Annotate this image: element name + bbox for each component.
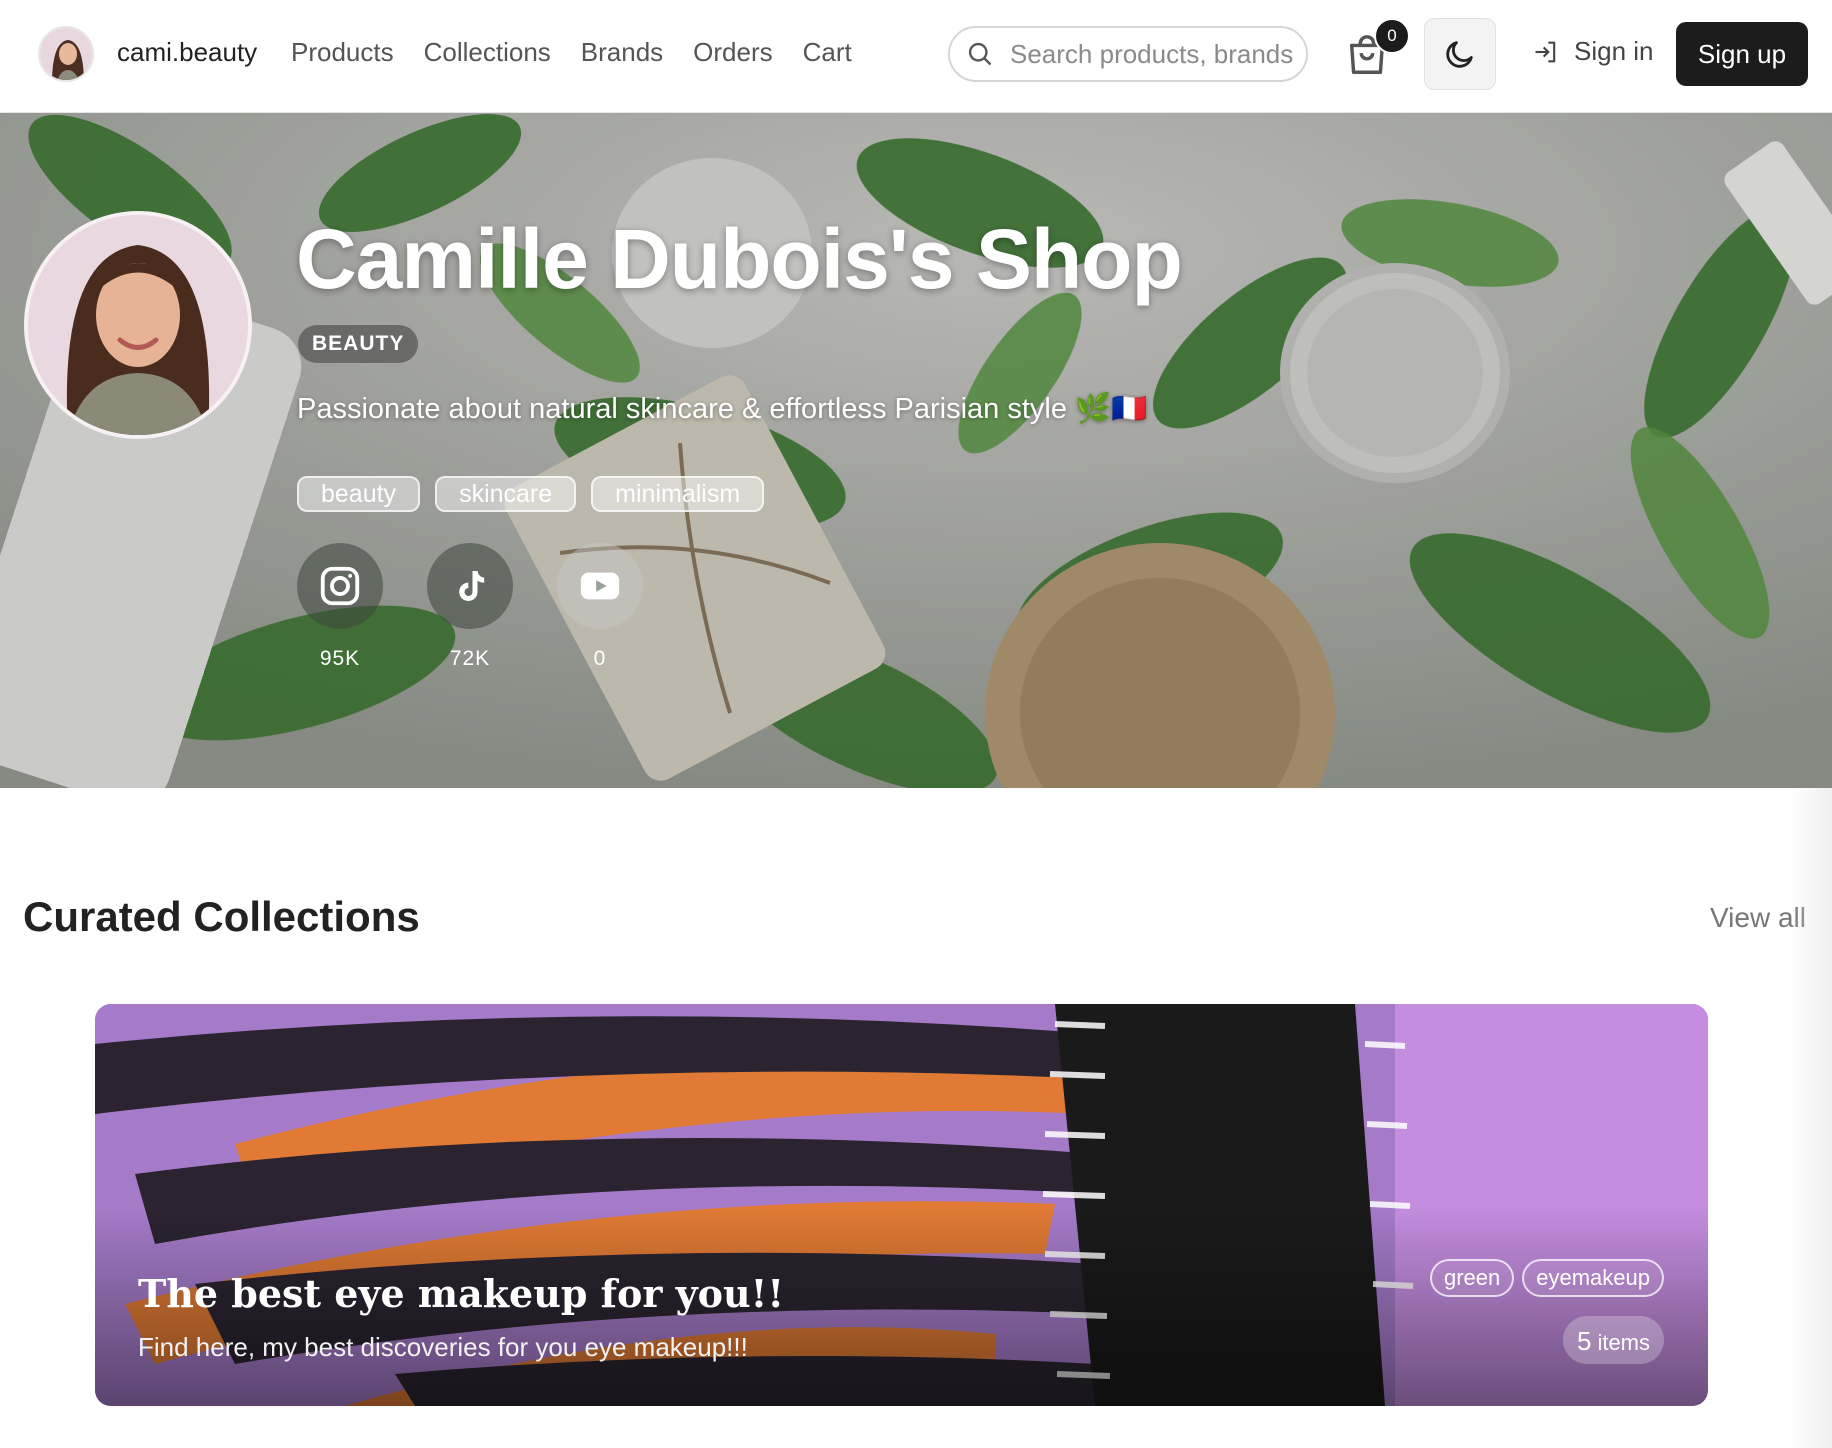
shop-owner-avatar <box>24 211 252 439</box>
collection-tag[interactable]: eyemakeup <box>1522 1259 1664 1297</box>
tiktok-follower-count: 72K <box>449 647 491 670</box>
shop-tag[interactable]: beauty <box>297 476 421 512</box>
social-links: 95K 72K 0 <box>297 543 643 671</box>
tiktok-icon[interactable] <box>427 543 513 629</box>
theme-toggle-button[interactable] <box>1424 18 1496 90</box>
nav-link-products[interactable]: Products <box>291 37 394 68</box>
collection-tag[interactable]: green <box>1429 1259 1515 1297</box>
instagram-follower-count: 95K <box>319 647 361 670</box>
shop-category-badge: BEAUTY <box>298 325 419 363</box>
shop-tag[interactable]: skincare <box>435 476 577 512</box>
search-input[interactable] <box>1008 37 1302 71</box>
moon-icon <box>1446 41 1473 68</box>
shop-hero-banner: Camille Dubois's Shop BEAUTY Passionate … <box>0 113 1832 788</box>
sign-in-label: Sign in <box>1574 36 1654 66</box>
shop-title: Camille Dubois's Shop <box>296 212 1183 306</box>
cart-count-badge: 0 <box>1374 18 1410 54</box>
collection-title[interactable]: The best eye makeup for you!! <box>138 1271 784 1316</box>
item-count-label: items <box>1597 1330 1650 1355</box>
login-icon <box>1535 41 1556 62</box>
collections-section-title: Curated Collections <box>23 893 420 940</box>
shop-bio: Passionate about natural skincare & effo… <box>297 393 1148 425</box>
main-nav: Products Collections Brands Orders Cart <box>291 37 882 68</box>
scroll-fade-edge <box>1792 788 1832 1448</box>
collection-tags: green eyemakeup <box>1429 1259 1664 1297</box>
youtube-follower-count: 0 <box>593 647 607 670</box>
instagram-icon[interactable] <box>297 543 383 629</box>
sign-up-button[interactable]: Sign up <box>1676 22 1808 86</box>
collection-item-count: 5 items <box>1562 1316 1664 1364</box>
nav-link-cart[interactable]: Cart <box>803 37 852 68</box>
shop-tag[interactable]: minimalism <box>591 476 765 512</box>
sign-in-link[interactable]: Sign in <box>1532 36 1654 67</box>
collection-card[interactable]: The best eye makeup for you!! Find here,… <box>95 1004 1708 1406</box>
youtube-icon[interactable] <box>557 543 643 629</box>
search-icon <box>968 42 992 66</box>
social-tiktok[interactable]: 72K <box>427 543 513 671</box>
shop-tags: beauty skincare minimalism <box>297 476 765 512</box>
nav-link-orders[interactable]: Orders <box>693 37 772 68</box>
search-bar[interactable] <box>948 26 1308 82</box>
collection-description: Find here, my best discoveries for you e… <box>138 1332 748 1362</box>
social-instagram[interactable]: 95K <box>297 543 383 671</box>
brand-name[interactable]: cami.beauty <box>117 37 257 68</box>
item-count-number: 5 <box>1576 1326 1592 1356</box>
brand-avatar[interactable] <box>38 26 94 82</box>
top-navbar: cami.beauty Products Collections Brands … <box>0 0 1832 113</box>
nav-link-brands[interactable]: Brands <box>581 37 663 68</box>
social-youtube[interactable]: 0 <box>557 543 643 671</box>
nav-link-collections[interactable]: Collections <box>424 37 551 68</box>
